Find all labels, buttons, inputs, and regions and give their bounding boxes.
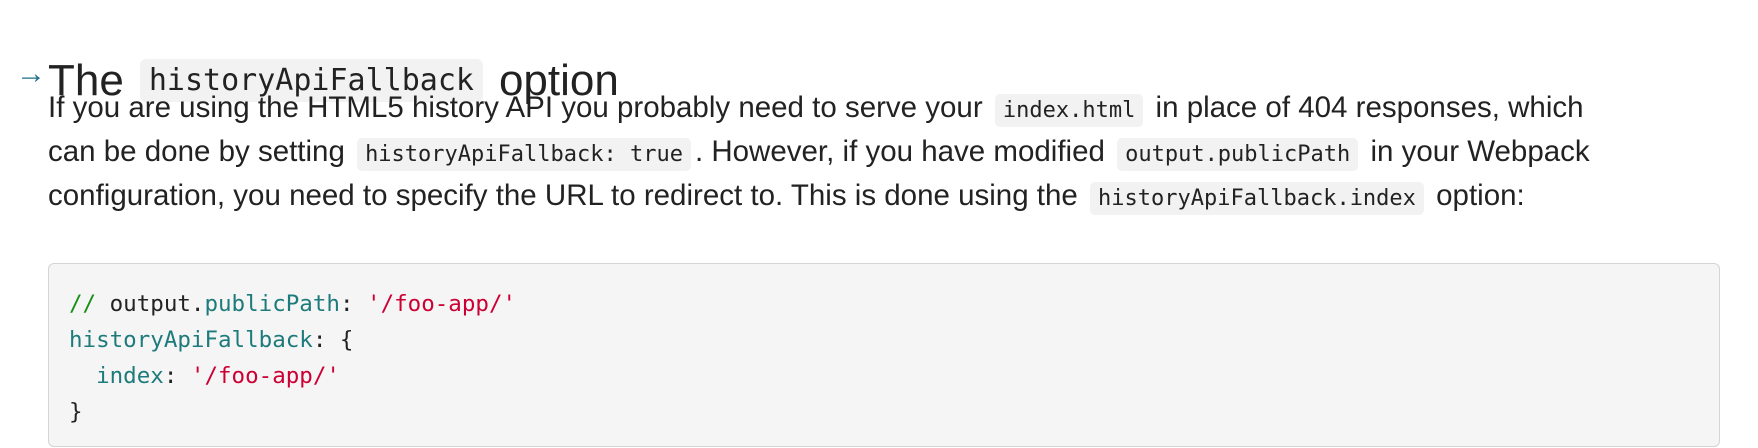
code-line-3: index: '/foo-app/' [69, 358, 1699, 394]
paragraph-line-3: configuration, you need to specify the U… [48, 174, 1738, 218]
inline-code-output-public-path: output.publicPath [1117, 138, 1359, 171]
code-string: '/foo-app/' [190, 362, 340, 389]
documentation-section: → The historyApiFallback option If you a… [0, 0, 1758, 448]
paragraph-text: If you are using the HTML5 history API y… [48, 91, 983, 124]
inline-code-history-api-fallback-index: historyApiFallback.index [1090, 182, 1424, 215]
paragraph-line-2: can be done by setting historyApiFallbac… [48, 130, 1738, 174]
heading-anchor-link[interactable]: → [16, 57, 46, 91]
code-line-2: historyApiFallback: { [69, 322, 1699, 358]
paragraph-text: configuration, you need to specify the U… [48, 179, 1078, 212]
code-block: // output.publicPath: '/foo-app/' history… [48, 262, 1720, 447]
code-object: output. [109, 290, 205, 317]
code-string: '/foo-app/' [367, 290, 517, 317]
inline-code-history-api-fallback-true: historyApiFallback: true [357, 138, 691, 171]
code-key: historyApiFallback [69, 326, 313, 353]
code-colon: : [339, 290, 368, 317]
paragraph-line-1: If you are using the HTML5 history API y… [48, 86, 1738, 130]
code-line-1: // output.publicPath: '/foo-app/' [69, 286, 1699, 322]
code-close-brace: } [69, 398, 83, 425]
paragraph-text: option: [1436, 179, 1525, 212]
paragraph-text: . However, if you have modified [694, 135, 1105, 168]
code-open-brace: : { [312, 326, 354, 353]
code-comment-marker: // [69, 290, 97, 317]
code-property: publicPath [204, 290, 340, 317]
code-key: index [96, 362, 164, 389]
paragraph-text: in place of 404 responses, which [1155, 91, 1584, 124]
paragraph-text: can be done by setting [48, 135, 345, 168]
inline-code-index-html: index.html [994, 94, 1144, 127]
paragraph-text: in your Webpack [1370, 135, 1590, 168]
code-colon: : [163, 362, 191, 389]
description-paragraph: If you are using the HTML5 history API y… [48, 86, 1738, 218]
code-line-4: } [69, 394, 1699, 430]
